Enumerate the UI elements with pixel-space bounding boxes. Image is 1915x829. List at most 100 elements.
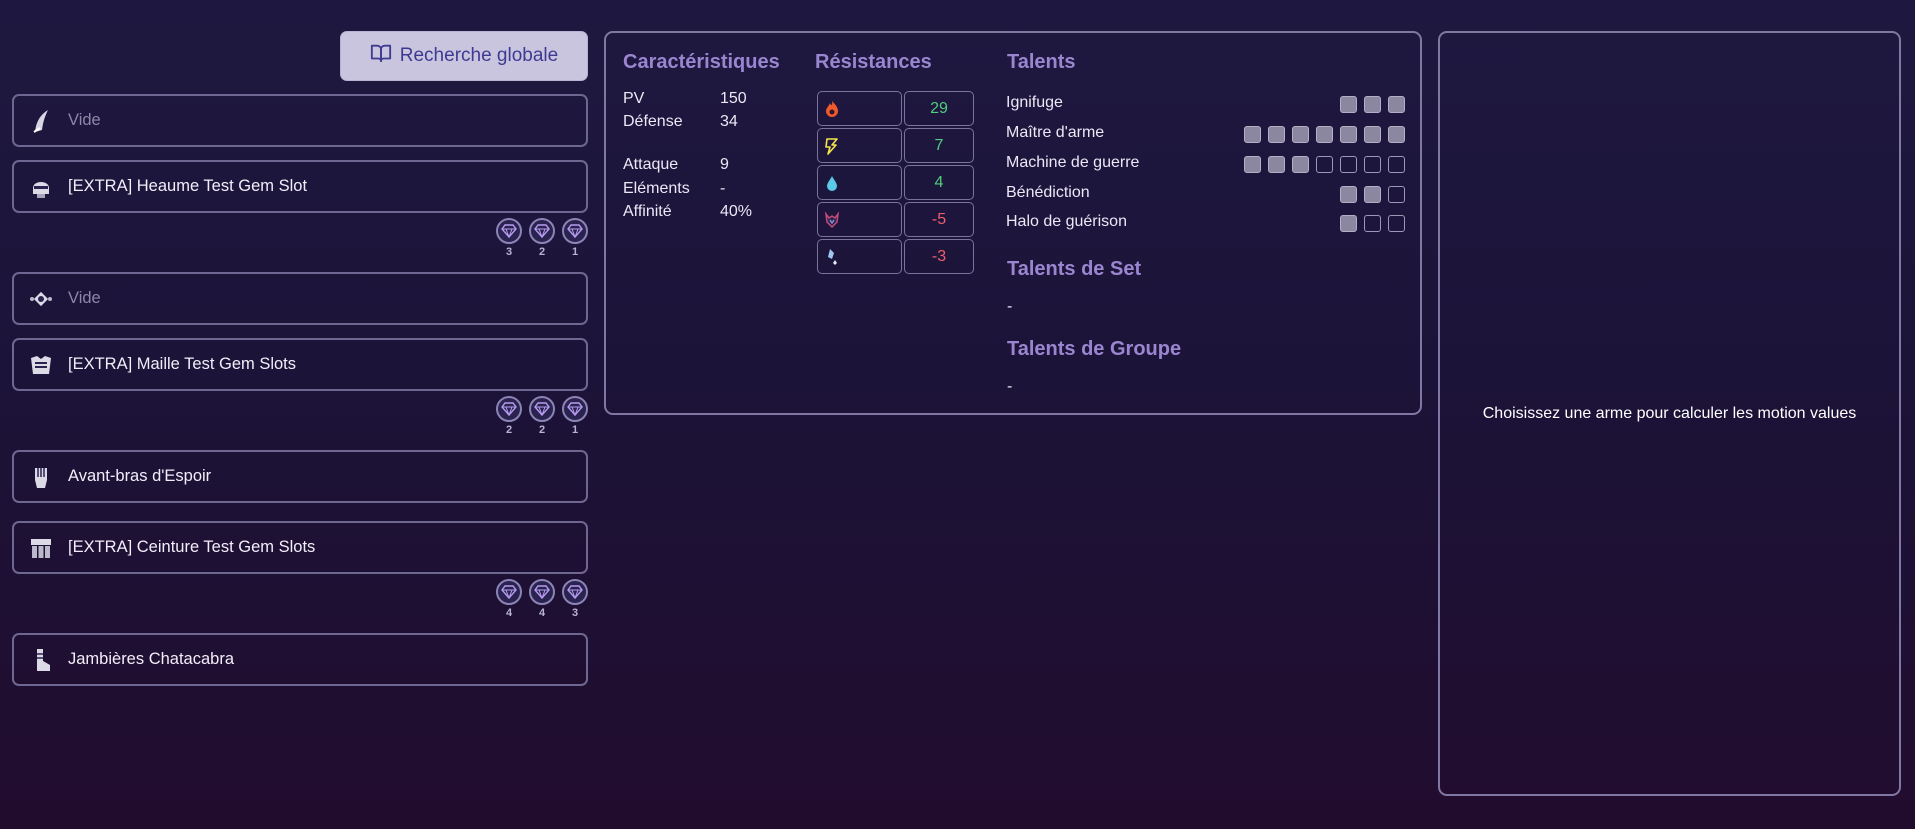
set-talents-title: Talents de Set [1007,258,1142,280]
talent-level-pip [1292,126,1309,143]
gem-slot[interactable]: 2 [496,396,522,436]
weapon-blade-icon [28,108,54,134]
talent-level-pip [1268,156,1285,173]
talent-level-pip [1364,186,1381,203]
stat-label: Attaque [623,156,679,173]
talent-level [1340,186,1405,203]
gem-slot-level: 3 [505,246,513,258]
gem-slot[interactable]: 2 [529,396,555,436]
talent-level-pip [1292,156,1309,173]
slot-legs[interactable]: Jambières Chatacabra [12,633,588,686]
talent-level-pip [1316,126,1333,143]
resistance-row-water: 4 [817,165,974,200]
resistance-value: 7 [904,128,974,163]
talent-level-pip [1340,126,1357,143]
stat-label: Affinité [623,203,672,220]
gem-slot[interactable]: 3 [562,579,588,619]
talent-level [1244,126,1405,143]
slot-legs-label: Jambières Chatacabra [68,650,234,668]
gem-slot-level: 2 [505,424,513,436]
slot-arms-label: Avant-bras d'Espoir [68,467,212,485]
gem-icon [529,396,555,422]
stats-panel: Caractéristiques PV 150 Défense 34 Attaq… [604,31,1422,415]
talent-name: Machine de guerre [1006,154,1140,171]
gem-icon [496,579,522,605]
resistance-value: -5 [904,202,974,237]
talent-level-pip [1388,126,1405,143]
motion-values-panel: Choisissez une arme pour calculer les mo… [1438,31,1901,796]
set-talents-value: - [1007,298,1013,315]
talent-level-pip [1244,156,1261,173]
characteristics-title: Caractéristiques [623,51,780,73]
gem-slot[interactable]: 1 [562,396,588,436]
slot-weapon-label: Vide [68,111,101,129]
stat-value: 40% [720,203,753,220]
water-icon [817,165,902,200]
chest-mail-icon [28,352,54,378]
gem-icon [562,396,588,422]
stat-value: 150 [720,90,747,107]
stat-value: - [720,180,726,197]
stat-value: 34 [720,113,738,130]
gem-slot[interactable]: 2 [529,218,555,258]
gem-icon [562,218,588,244]
talent-level-pip [1364,156,1381,173]
gem-slot-level: 1 [571,246,579,258]
gem-slot-level: 4 [505,607,513,619]
talent-level-pip [1388,215,1405,232]
talent-level-pip [1364,215,1381,232]
gem-slot[interactable]: 1 [562,218,588,258]
global-search-button[interactable]: Recherche globale [340,31,588,81]
talent-level-pip [1340,215,1357,232]
slot-waist[interactable]: [EXTRA] Ceinture Test Gem Slots [12,521,588,574]
belt-icon [28,535,54,561]
slot-talisman-label: Vide [68,289,101,307]
dragon-icon [817,202,902,237]
gem-slots-chest: 2 2 1 [496,396,588,436]
gem-icon [529,579,555,605]
gem-slot-level: 4 [538,607,546,619]
resistances-title: Résistances [815,51,932,73]
slot-chest[interactable]: [EXTRA] Maille Test Gem Slots [12,338,588,391]
talent-name: Halo de guérison [1006,213,1127,230]
group-talents-title: Talents de Groupe [1007,338,1182,360]
talent-level-pip [1340,186,1357,203]
stat-value: 9 [720,156,729,173]
resistance-value: 4 [904,165,974,200]
gem-slots-head: 3 2 1 [496,218,588,258]
talent-level-pip [1364,126,1381,143]
talent-name: Bénédiction [1006,184,1090,201]
talent-level-pip [1340,156,1357,173]
talent-level-pip [1364,96,1381,113]
gem-slot-level: 2 [538,246,546,258]
talent-level-pip [1244,126,1261,143]
resistance-row-thunder: 7 [817,128,974,163]
talents-title: Talents [1007,51,1076,73]
slot-waist-label: [EXTRA] Ceinture Test Gem Slots [68,538,316,556]
slot-weapon[interactable]: Vide [12,94,588,147]
talisman-icon [28,286,54,312]
slot-head-label: [EXTRA] Heaume Test Gem Slot [68,177,308,195]
motion-values-message: Choisissez une arme pour calculer les mo… [1482,404,1857,422]
stat-label: Eléments [623,180,690,197]
slot-head[interactable]: [EXTRA] Heaume Test Gem Slot [12,160,588,213]
resistance-value: -3 [904,239,974,274]
talent-level-pip [1388,186,1405,203]
resistance-row-fire: 29 [817,91,974,126]
gem-slot[interactable]: 4 [496,579,522,619]
talent-level-pip [1388,156,1405,173]
book-open-icon [370,42,392,70]
slot-arms[interactable]: Avant-bras d'Espoir [12,450,588,503]
resistance-value: 29 [904,91,974,126]
resistance-row-ice: -3 [817,239,974,274]
talent-level-pip [1268,126,1285,143]
gem-slot[interactable]: 3 [496,218,522,258]
slot-talisman[interactable]: Vide [12,272,588,325]
ice-icon [817,239,902,274]
helm-icon [28,174,54,200]
talent-level-pip [1340,96,1357,113]
gauntlet-icon [28,464,54,490]
greaves-icon [28,647,54,673]
gem-icon [496,218,522,244]
gem-slot[interactable]: 4 [529,579,555,619]
